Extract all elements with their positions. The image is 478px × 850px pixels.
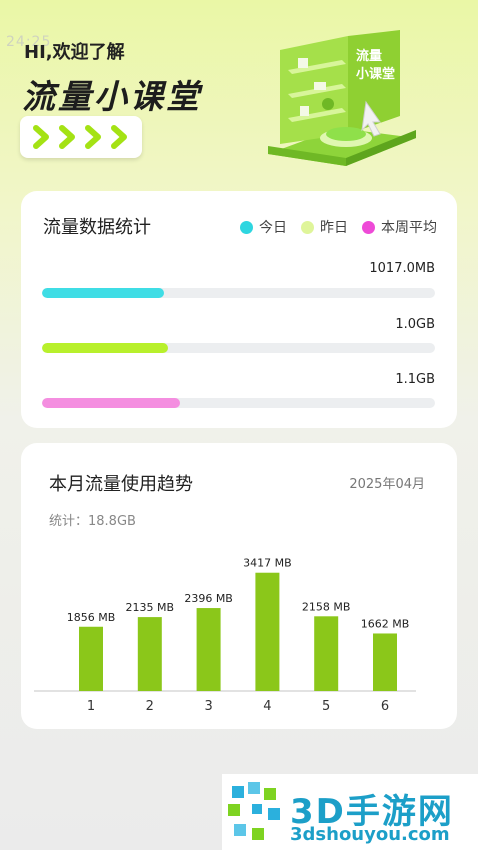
chart-bar bbox=[196, 608, 221, 691]
svg-text:流量: 流量 bbox=[356, 48, 382, 64]
today-usage-value: 1017.0MB bbox=[369, 261, 435, 276]
chart-tick-label: 5 bbox=[322, 699, 330, 714]
stats-legend: 今日 昨日 本周平均 bbox=[226, 217, 437, 237]
weekly-average-fill bbox=[42, 398, 180, 408]
chart-tick-label: 1 bbox=[87, 699, 95, 714]
chart-bar bbox=[373, 633, 397, 691]
chart-tick-label: 4 bbox=[263, 699, 271, 714]
greeting-text: HI,欢迎了解 bbox=[24, 42, 125, 63]
monthly-trend-card: 本月流量使用趋势 2025年04月 统计：18.8GB 1856 MB 1 2135… bbox=[21, 443, 457, 729]
chart-bar bbox=[79, 626, 103, 691]
legend-dot-yesterday bbox=[301, 220, 314, 234]
legend-label-today: 今日 bbox=[259, 220, 287, 236]
stats-card-title: 流量数据统计 bbox=[43, 217, 151, 238]
yesterday-usage-value: 1.0GB bbox=[395, 317, 435, 332]
chart-bar bbox=[314, 616, 339, 691]
chart-tick-label: 6 bbox=[381, 699, 389, 714]
legend-item-today: 今日 bbox=[240, 217, 287, 237]
legend-dot-today bbox=[240, 220, 253, 234]
today-usage-bar bbox=[42, 288, 435, 298]
hero-title: 流量小课堂 bbox=[22, 77, 202, 116]
arrows-button[interactable] bbox=[20, 116, 142, 158]
chart-data-label: 2135 MB bbox=[126, 601, 175, 614]
svg-text:小课堂: 小课堂 bbox=[356, 66, 395, 82]
watermark-url: 3dshouyou.com bbox=[290, 824, 450, 845]
chart-data-label: 1856 MB bbox=[67, 611, 116, 624]
weekly-average-bar bbox=[42, 398, 435, 408]
chart-bar bbox=[255, 572, 280, 691]
weekly-average-value: 1.1GB bbox=[395, 372, 435, 387]
traffic-stats-card: 流量数据统计 今日 昨日 本周平均 1017.0MB 1.0GB 1.1GB bbox=[21, 191, 457, 428]
legend-item-yesterday: 昨日 bbox=[301, 217, 348, 237]
chart-tick-label: 2 bbox=[146, 699, 154, 714]
legend-dot-weekly-average bbox=[362, 220, 375, 234]
chart-data-label: 2396 MB bbox=[184, 592, 233, 605]
yesterday-usage-bar bbox=[42, 343, 435, 353]
chart-data-label: 2158 MB bbox=[302, 600, 351, 613]
legend-item-weekly-average: 本周平均 bbox=[362, 217, 437, 237]
site-logo-icon bbox=[228, 782, 280, 840]
classroom-illustration: 流量 小课堂 bbox=[268, 30, 416, 166]
legend-label-yesterday: 昨日 bbox=[320, 220, 348, 236]
monthly-usage-bar-chart: 1856 MB 1 2135 MB 2 2396 MB 3 3417 MB 4 2158 MB 5… bbox=[34, 557, 416, 714]
chart-bar bbox=[137, 617, 162, 691]
chart-tick-label: 3 bbox=[204, 699, 212, 714]
chart-data-label: 3417 MB bbox=[243, 557, 292, 570]
chevron-right-icon bbox=[111, 125, 127, 149]
today-usage-fill bbox=[42, 288, 164, 298]
chart-data-label: 1662 MB bbox=[361, 617, 410, 630]
chevron-right-icon bbox=[33, 125, 49, 149]
chevron-right-icon bbox=[85, 125, 101, 149]
legend-label-weekly-average: 本周平均 bbox=[381, 220, 437, 236]
chevron-right-icon bbox=[59, 125, 75, 149]
yesterday-usage-fill bbox=[42, 343, 168, 353]
